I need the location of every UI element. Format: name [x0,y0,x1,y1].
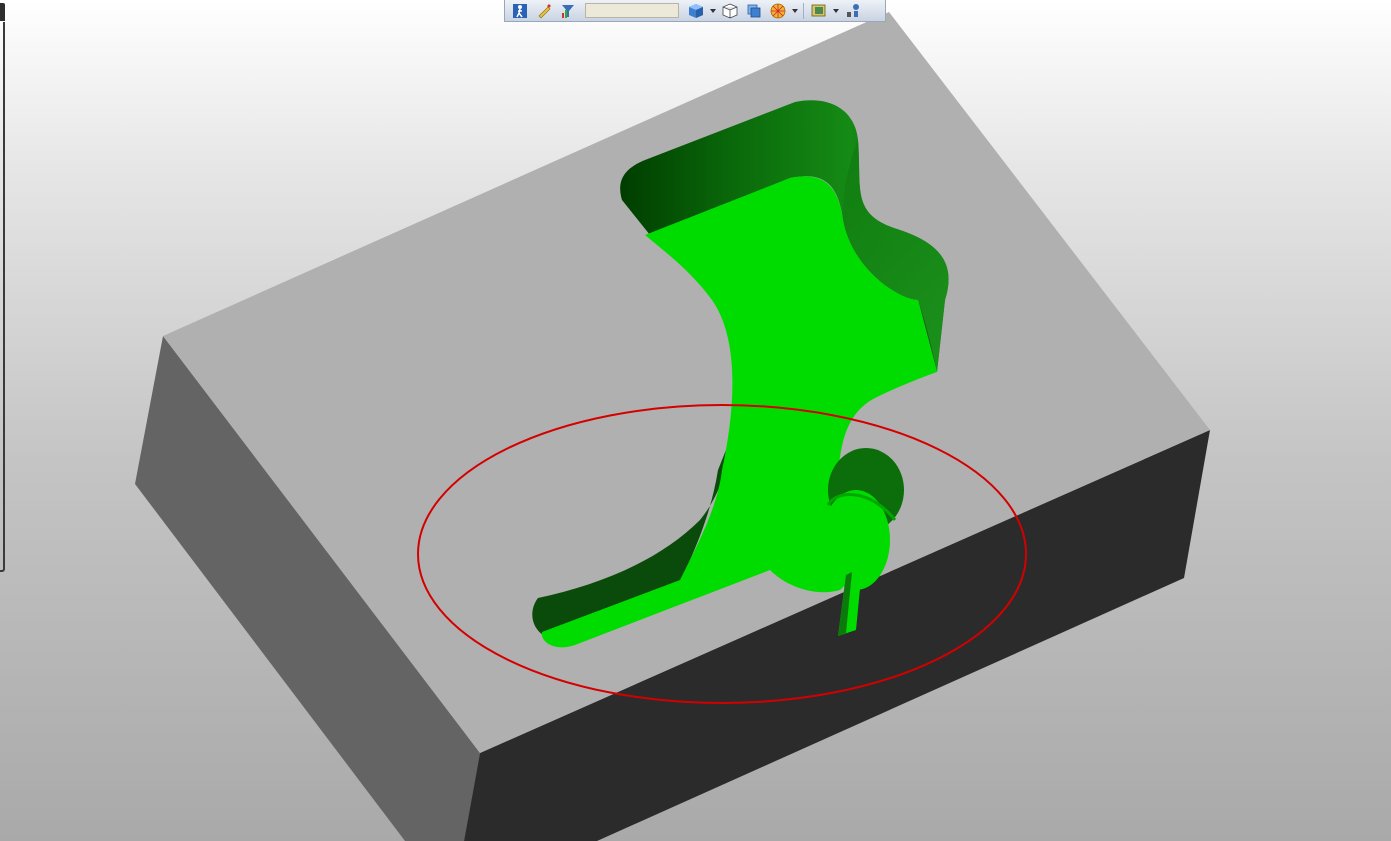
shaded-cube-icon[interactable] [743,2,765,20]
light-bulb-icon[interactable] [842,2,864,20]
color-sphere-icon[interactable] [767,2,789,20]
pencil-ruler-icon[interactable] [533,2,555,20]
wire-cube-icon[interactable] [719,2,741,20]
walk-person-icon[interactable] [509,2,531,20]
graphics-viewport[interactable] [0,0,1391,841]
chevron-down-icon[interactable] [791,2,799,20]
toolbar-search-input[interactable] [585,3,679,18]
heads-up-toolbar [504,0,886,22]
blue-cube-icon[interactable] [685,2,707,20]
chevron-down-icon[interactable] [832,2,840,20]
funnel-filter-icon[interactable] [557,2,579,20]
chevron-down-icon[interactable] [709,2,717,20]
toolbar-separator [803,2,804,19]
scene-monitor-icon[interactable] [808,2,830,20]
